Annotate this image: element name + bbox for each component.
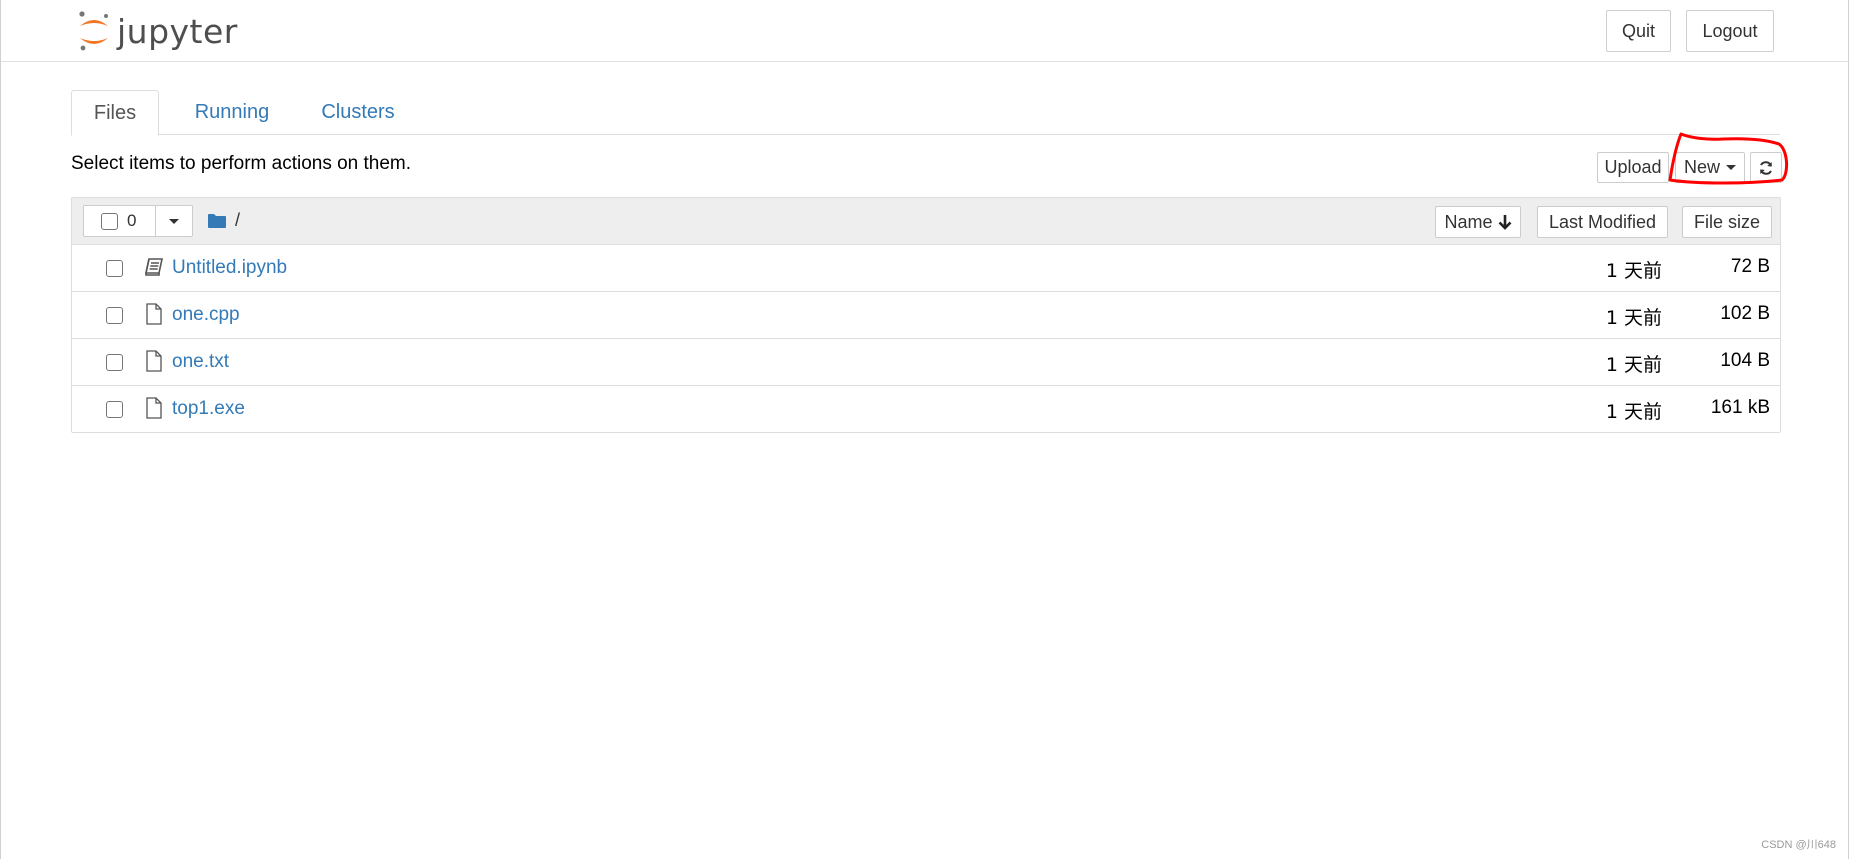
- row-checkbox[interactable]: [106, 354, 123, 371]
- row-checkbox[interactable]: [106, 401, 123, 418]
- select-all-group: 0: [83, 205, 193, 237]
- select-all-checkbox[interactable]: [101, 212, 118, 230]
- logout-button[interactable]: Logout: [1686, 10, 1774, 52]
- file-modified: 1 天前: [1605, 354, 1662, 376]
- file-list: 0 / Name Last Modified File size Untitle…: [71, 197, 1781, 433]
- selected-count: 0: [127, 211, 137, 230]
- list-item[interactable]: Untitled.ipynb 1 天前 72 B: [72, 245, 1780, 292]
- select-all-area: 0: [84, 206, 156, 236]
- new-button[interactable]: New: [1675, 152, 1745, 183]
- file-icon: [146, 397, 162, 419]
- new-button-label: New: [1683, 157, 1720, 177]
- breadcrumb-root[interactable]: /: [235, 210, 240, 231]
- list-item[interactable]: top1.exe 1 天前 161 kB: [72, 386, 1780, 433]
- caret-down-icon: [1726, 165, 1736, 170]
- instructions-text: Select items to perform actions on them.: [71, 153, 412, 174]
- jupyter-logo-icon: [79, 11, 108, 51]
- sort-name-label: Name: [1444, 211, 1493, 232]
- tab-clusters[interactable]: Clusters: [297, 90, 419, 135]
- header: jupyter Quit Logout: [1, 0, 1849, 62]
- caret-down-icon: [169, 218, 179, 224]
- file-name-link[interactable]: one.cpp: [172, 304, 240, 326]
- row-checkbox[interactable]: [106, 307, 123, 324]
- logo-text: jupyter: [117, 11, 238, 51]
- folder-icon: [208, 213, 226, 228]
- file-icon: [146, 350, 162, 372]
- file-name-link[interactable]: top1.exe: [172, 398, 245, 420]
- tab-files[interactable]: Files: [71, 90, 159, 136]
- file-modified: 1 天前: [1605, 260, 1662, 282]
- list-item[interactable]: one.txt 1 天前 104 B: [72, 339, 1780, 386]
- watermark: CSDN @川648: [1761, 839, 1836, 851]
- notebook-icon: [145, 258, 163, 276]
- tab-bar: Files Running Clusters: [71, 90, 1780, 136]
- upload-button[interactable]: Upload: [1597, 152, 1669, 183]
- list-header: 0 / Name Last Modified File size: [72, 198, 1780, 245]
- file-size: 102 B: [1720, 303, 1770, 324]
- refresh-icon: [1760, 160, 1772, 175]
- file-size: 104 B: [1720, 350, 1770, 371]
- file-icon: [146, 303, 162, 325]
- sort-by-size-button[interactable]: File size: [1682, 206, 1772, 238]
- row-checkbox[interactable]: [106, 260, 123, 277]
- file-size: 72 B: [1730, 256, 1770, 277]
- page-frame: jupyter Quit Logout Files Running Cluste…: [0, 0, 1849, 859]
- arrow-down-icon: [1498, 215, 1511, 230]
- file-name-link[interactable]: Untitled.ipynb: [172, 257, 287, 279]
- select-dropdown-button[interactable]: [156, 206, 192, 236]
- refresh-button[interactable]: [1750, 152, 1782, 183]
- quit-button[interactable]: Quit: [1606, 10, 1671, 52]
- sort-by-name-button[interactable]: Name: [1435, 206, 1521, 238]
- file-name-link[interactable]: one.txt: [172, 351, 229, 373]
- jupyter-logo[interactable]: jupyter: [77, 10, 238, 52]
- file-modified: 1 天前: [1605, 307, 1662, 329]
- list-item[interactable]: one.cpp 1 天前 102 B: [72, 292, 1780, 339]
- tab-running[interactable]: Running: [173, 90, 291, 135]
- breadcrumb[interactable]: /: [207, 210, 240, 231]
- file-modified: 1 天前: [1605, 401, 1662, 423]
- file-size: 161 kB: [1710, 397, 1770, 418]
- sort-by-modified-button[interactable]: Last Modified: [1537, 206, 1668, 238]
